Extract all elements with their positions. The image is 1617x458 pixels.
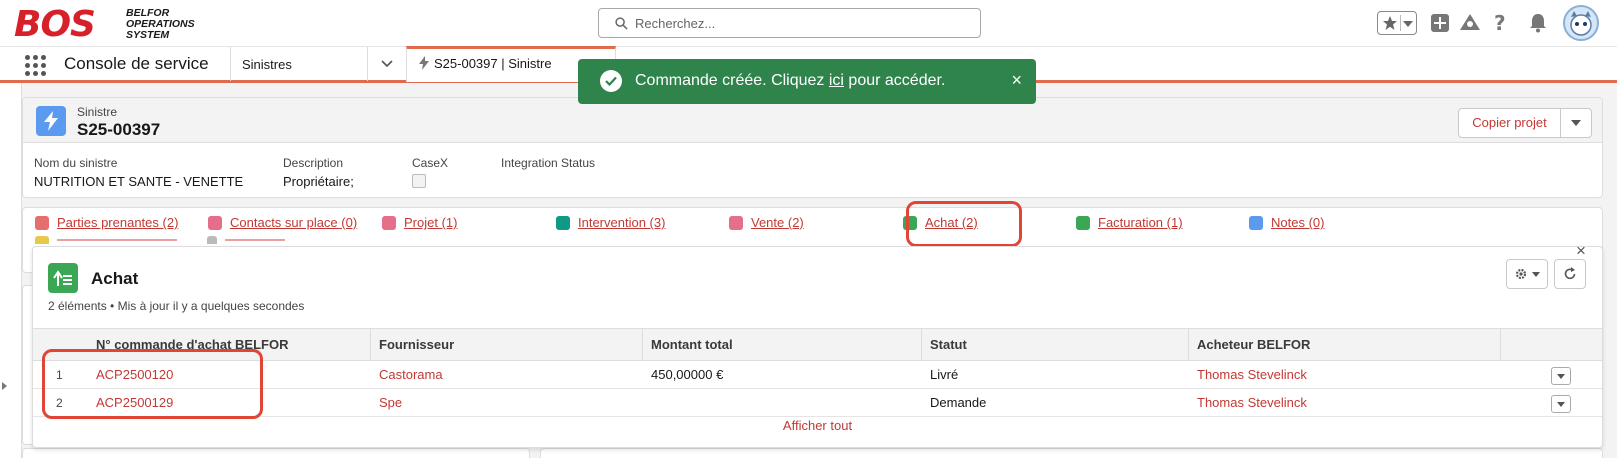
rows-highlight <box>42 349 263 419</box>
refresh-icon <box>1564 267 1576 280</box>
quick-link-parties-prenantes[interactable]: Parties prenantes (2) <box>35 215 178 230</box>
search-icon <box>615 17 628 30</box>
search-input[interactable] <box>635 9 965 37</box>
achat-link-highlight <box>906 201 1022 247</box>
list-settings-button[interactable] <box>1506 259 1548 289</box>
row-actions-button[interactable] <box>1551 395 1571 413</box>
row-actions-button[interactable] <box>1551 367 1571 385</box>
star-icon <box>1383 16 1397 30</box>
buyer-link[interactable]: Thomas Stevelinck <box>1189 389 1307 417</box>
nav-menu-chevron-icon[interactable] <box>367 47 405 81</box>
column-header-buyer[interactable]: Acheteur BELFOR <box>1189 329 1501 360</box>
quick-link-projet[interactable]: Projet (1) <box>382 215 457 230</box>
toast-message: Commande créée. Cliquez ici pour accéder… <box>635 72 946 89</box>
belfor-logo[interactable]: BOS BELFOR OPERATIONS SYSTEM <box>14 4 210 44</box>
column-header-status[interactable]: Statut <box>922 329 1189 360</box>
more-actions-button[interactable] <box>1560 108 1592 138</box>
refresh-button[interactable] <box>1554 259 1586 289</box>
quick-link-contacts-sur-place[interactable]: Contacts sur place (0) <box>208 215 357 230</box>
trailhead-icon[interactable] <box>1458 11 1482 35</box>
panel-subtitle: 2 éléments • Mis à jour il y a quelques … <box>48 299 305 313</box>
status-cell: Demande <box>930 395 987 410</box>
status-cell: Livré <box>930 367 959 382</box>
copy-project-button[interactable]: Copier projet <box>1458 108 1561 138</box>
casex-checkbox <box>412 174 426 188</box>
field-integration-status: Integration Status <box>501 156 596 170</box>
supplier-link[interactable]: Spe <box>371 389 402 417</box>
notifications-bell-icon[interactable] <box>1526 11 1550 35</box>
purchase-order-icon <box>48 263 78 293</box>
logo-text: BELFOR OPERATIONS SYSTEM <box>126 7 195 41</box>
chevron-down-icon <box>1571 120 1581 126</box>
record-tab-label: S25-00397 | Sinistre <box>434 56 552 71</box>
chevron-down-icon <box>1557 373 1565 379</box>
notes-icon <box>1249 215 1263 230</box>
quick-link-facturation[interactable]: Facturation (1) <box>1076 215 1183 230</box>
app-name: Console de service <box>64 54 209 73</box>
record-header-card: Sinistre S25-00397 Copier projet Nom du … <box>22 97 1603 198</box>
table-row: 2 ACP2500129 Spe Demande Thomas Stevelin… <box>33 389 1602 417</box>
field-description: Description Propriétaire; <box>283 156 354 189</box>
amount-cell: 450,00000 € <box>651 367 724 382</box>
record-type-label: Sinistre <box>77 105 118 119</box>
column-header-amount[interactable]: Montant total <box>643 329 922 360</box>
table-row: 1 ACP2500120 Castorama 450,00000 € Livré… <box>33 361 1602 389</box>
svg-text:?: ? <box>1494 12 1506 34</box>
quick-link-notes[interactable]: Notes (0) <box>1249 215 1324 230</box>
intervention-icon <box>556 215 570 230</box>
tab-sinistres[interactable]: Sinistres <box>230 47 367 81</box>
background-card-right <box>540 448 1603 458</box>
chevron-down-icon <box>1403 21 1413 27</box>
utility-sidebar <box>0 83 22 458</box>
contact-icon <box>208 215 222 230</box>
background-card-left <box>22 448 530 458</box>
global-header: BOS BELFOR OPERATIONS SYSTEM ? <box>0 0 1617 46</box>
achat-related-list-panel: × Achat 2 éléments • Mis à jour il y a q… <box>32 242 1603 448</box>
logo-mark: BOS <box>14 4 96 45</box>
toast-link[interactable]: ici <box>829 72 844 89</box>
quick-link-intervention[interactable]: Intervention (3) <box>556 215 665 230</box>
field-casex: CaseX <box>412 156 448 188</box>
achat-table: N° commande d'achat BELFOR Fournisseur M… <box>33 328 1602 417</box>
quick-link-vente[interactable]: Vente (2) <box>729 215 804 230</box>
global-actions-icon[interactable] <box>1428 11 1452 35</box>
field-nom-du-sinistre: Nom du sinistre NUTRITION ET SANTE - VEN… <box>34 156 244 189</box>
buyer-link[interactable]: Thomas Stevelinck <box>1189 361 1307 389</box>
expand-arrow-icon[interactable] <box>2 382 7 390</box>
project-icon <box>382 215 396 230</box>
favorites-button[interactable] <box>1377 11 1417 35</box>
amount-cell <box>643 389 651 417</box>
close-panel-icon[interactable]: × <box>1572 242 1590 260</box>
chevron-down-icon <box>1532 271 1540 277</box>
lightning-icon <box>419 56 429 70</box>
column-header-supplier[interactable]: Fournisseur <box>371 329 643 360</box>
contact-icon <box>35 215 49 230</box>
table-header: N° commande d'achat BELFOR Fournisseur M… <box>33 328 1602 361</box>
record-highlights: Sinistre S25-00397 Copier projet <box>23 98 1602 143</box>
record-title: S25-00397 <box>77 120 161 139</box>
panel-title: Achat <box>91 269 139 288</box>
close-toast-icon[interactable]: × <box>1011 71 1022 89</box>
gear-icon <box>1515 268 1527 280</box>
global-search[interactable] <box>598 8 981 38</box>
help-icon[interactable]: ? <box>1488 11 1512 35</box>
billing-icon <box>1076 215 1090 230</box>
sinistre-record-icon <box>36 106 66 136</box>
sales-icon <box>729 215 743 230</box>
quick-link-partially-hidden <box>35 236 285 244</box>
user-avatar[interactable] <box>1563 5 1599 41</box>
success-check-icon <box>600 70 622 92</box>
chevron-down-icon <box>1557 401 1565 407</box>
app-launcher-icon[interactable] <box>25 55 47 77</box>
supplier-link[interactable]: Castorama <box>371 361 443 389</box>
success-toast: Commande créée. Cliquez ici pour accéder… <box>578 59 1036 104</box>
show-all-link[interactable]: Afficher tout <box>33 418 1602 433</box>
